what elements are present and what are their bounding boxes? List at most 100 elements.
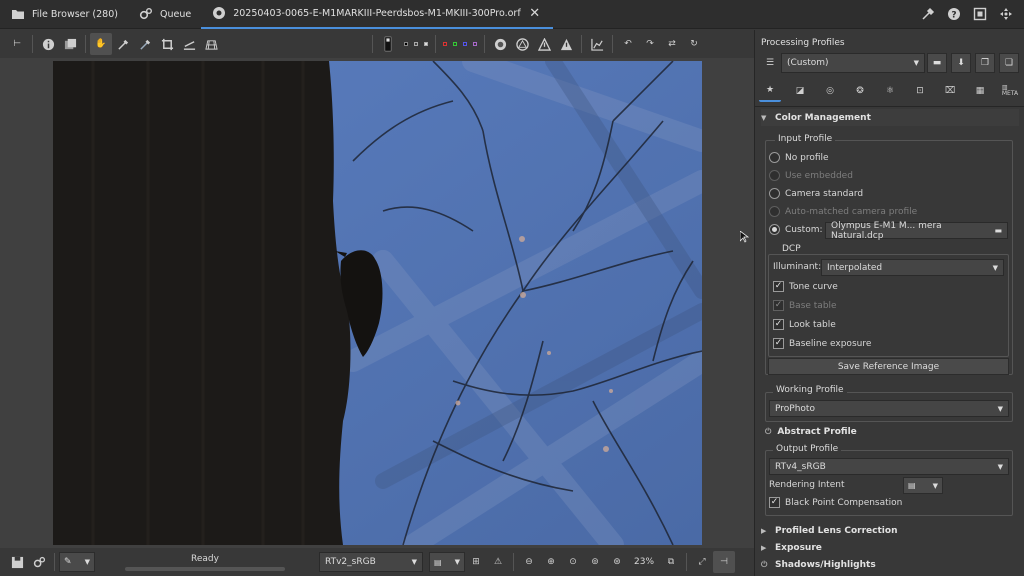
radio-button[interactable]	[769, 224, 780, 235]
flip-vertical-icon[interactable]: ↻	[683, 33, 705, 55]
radio-auto-matched[interactable]: Auto-matched camera profile	[769, 206, 917, 217]
checkbox[interactable]: ✓	[773, 319, 784, 330]
highlight-clipping-icon[interactable]	[555, 33, 577, 55]
info-icon[interactable]	[37, 33, 59, 55]
radio-camera-standard[interactable]: Camera standard	[769, 188, 863, 199]
help-icon[interactable]: ?	[946, 6, 962, 22]
radio-custom[interactable]: Custom:	[769, 224, 823, 235]
straighten-icon[interactable]	[178, 33, 200, 55]
check-look-table[interactable]: ✓ Look table	[773, 319, 836, 330]
close-icon[interactable]: ✕	[527, 5, 543, 21]
tab-favorites-icon[interactable]: ★	[759, 80, 781, 102]
section-profiled-lens-correction[interactable]: ▶ Profiled Lens Correction	[761, 522, 1019, 539]
flip-horizontal-icon[interactable]: ⇄	[661, 33, 683, 55]
channel-swatches[interactable]	[440, 42, 480, 46]
hide-panels-icon[interactable]: ⊣	[713, 551, 736, 573]
section-exposure[interactable]: ▶ Exposure	[761, 539, 1019, 556]
radio-no-profile[interactable]: No profile	[769, 152, 829, 163]
crop-icon[interactable]	[156, 33, 178, 55]
save-reference-image-button[interactable]: Save Reference Image	[768, 358, 1009, 375]
tab-metadata-icon[interactable]: ▥ META	[999, 80, 1021, 102]
tab-queue[interactable]: Queue	[128, 0, 201, 29]
gamut-check-icon[interactable]	[511, 33, 533, 55]
tab-detail-icon[interactable]: ◎	[819, 80, 841, 102]
swatch-blue[interactable]	[463, 42, 467, 46]
load-profile-button[interactable]: ▬	[927, 53, 947, 73]
swatch-black[interactable]	[404, 42, 408, 46]
zoom-out-icon[interactable]: ⊖	[518, 551, 540, 573]
color-picker-icon[interactable]	[920, 6, 936, 22]
profile-select[interactable]: (Custom) ▼	[781, 53, 925, 73]
swatch-luminance[interactable]	[473, 42, 477, 46]
before-after-icon[interactable]	[59, 33, 81, 55]
rotate-left-icon[interactable]: ↶	[617, 33, 639, 55]
tab-transform-icon[interactable]: ⊡	[909, 80, 931, 102]
tab-local-icon[interactable]: ▦	[969, 80, 991, 102]
intent-menu-button[interactable]: ▤ ▼	[429, 552, 465, 572]
checkbox[interactable]: ✓	[773, 300, 784, 311]
tab-advanced-icon[interactable]: ⚛	[879, 80, 901, 102]
working-profile-select[interactable]: ProPhoto ▼	[769, 400, 1009, 417]
histogram-icon[interactable]	[586, 33, 608, 55]
external-editor-button[interactable]: ✎ ▼	[59, 552, 95, 572]
preview-mode-icon[interactable]	[377, 33, 399, 55]
perspective-icon[interactable]	[200, 33, 222, 55]
swatch-white[interactable]	[424, 42, 428, 46]
custom-profile-file[interactable]: Olympus E-M1 M... mera Natural.dcp ▬	[825, 221, 1008, 241]
move-icon[interactable]	[998, 6, 1014, 22]
color-picker-tool-icon[interactable]	[134, 33, 156, 55]
check-baseline-exposure[interactable]: ✓ Baseline exposure	[773, 338, 871, 349]
swatch-green[interactable]	[453, 42, 457, 46]
checkbox[interactable]: ✓	[773, 338, 784, 349]
radio-button[interactable]	[769, 152, 780, 163]
tab-raw-icon[interactable]: ⌧	[939, 80, 961, 102]
radio-use-embedded[interactable]: Use embedded	[769, 170, 853, 181]
profile-list-icon[interactable]: ☰	[759, 52, 781, 74]
hide-history-icon[interactable]: ⊢	[6, 33, 28, 55]
swatch-red[interactable]	[443, 42, 447, 46]
paste-profile-button[interactable]: ❏	[999, 53, 1019, 73]
tab-color-icon[interactable]: ❂	[849, 80, 871, 102]
section-color-management[interactable]: ▼ Color Management	[761, 109, 1019, 126]
zoom-in-icon[interactable]: ⊕	[540, 551, 562, 573]
power-icon[interactable]: ⏻	[765, 427, 771, 437]
fullscreen-toggle-icon[interactable]: ⤢	[691, 551, 713, 573]
photo-preview[interactable]	[53, 61, 702, 545]
output-profile-select-panel[interactable]: RTv4_sRGB ▼	[769, 458, 1009, 475]
output-profile-select[interactable]: RTv2_sRGB ▼	[319, 552, 423, 572]
power-icon[interactable]: ⏻	[761, 560, 769, 570]
send-to-queue-icon[interactable]	[28, 551, 50, 573]
rotate-right-icon[interactable]: ↷	[639, 33, 661, 55]
new-detail-window-icon[interactable]: ⧉	[660, 551, 682, 573]
rendering-intent-button[interactable]: ▤ ▼	[903, 477, 943, 494]
tab-exposure-icon[interactable]: ◪	[789, 80, 811, 102]
check-base-table[interactable]: ✓ Base table	[773, 300, 837, 311]
radio-button[interactable]	[769, 206, 780, 217]
gamut-warning-icon[interactable]: ⚠	[487, 551, 509, 573]
checkbox[interactable]: ✓	[773, 281, 784, 292]
zoom-100-icon[interactable]: ⊛	[606, 551, 628, 573]
radio-button[interactable]	[769, 170, 780, 181]
check-black-point-compensation[interactable]: ✓ Black Point Compensation	[769, 497, 902, 508]
checkbox[interactable]: ✓	[769, 497, 780, 508]
check-tone-curve[interactable]: ✓ Tone curve	[773, 281, 838, 292]
zoom-fit-icon[interactable]: ⊙	[562, 551, 584, 573]
illuminant-select[interactable]: Interpolated ▼	[821, 259, 1004, 276]
tab-editor[interactable]: 20250403-0065-E-M1MARKIII-Peerdsbos-M1-M…	[201, 0, 553, 29]
hand-tool-icon[interactable]: ✋	[90, 33, 112, 55]
shadow-clipping-icon[interactable]	[533, 33, 555, 55]
preview-channel-swatches[interactable]	[401, 42, 431, 46]
save-profile-button[interactable]: ⬇	[951, 53, 971, 73]
section-shadows-highlights[interactable]: ⏻ Shadows/Highlights	[761, 556, 1019, 573]
tab-file-browser[interactable]: File Browser (280)	[0, 0, 128, 29]
white-balance-picker-icon[interactable]	[112, 33, 134, 55]
save-image-icon[interactable]	[6, 551, 28, 573]
radio-button[interactable]	[769, 188, 780, 199]
copy-profile-button[interactable]: ❐	[975, 53, 995, 73]
soft-proofing-icon[interactable]: ⊞	[465, 551, 487, 573]
section-abstract-profile[interactable]: ⏻ Abstract Profile	[765, 423, 1023, 440]
focus-mask-icon[interactable]	[489, 33, 511, 55]
fullscreen-icon[interactable]	[972, 6, 988, 22]
zoom-fit-crop-icon[interactable]: ⊚	[584, 551, 606, 573]
swatch-gray[interactable]	[414, 42, 418, 46]
